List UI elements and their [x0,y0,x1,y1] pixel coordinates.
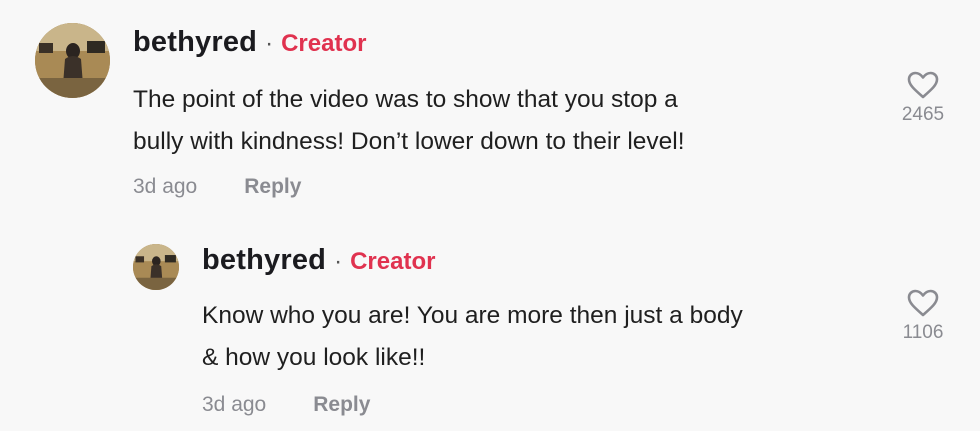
comment-text-line: The point of the video was to show that … [133,86,678,113]
comment-username[interactable]: bethyred [202,244,326,277]
like-count: 2465 [901,104,945,125]
comment-username[interactable]: bethyred [133,26,257,59]
avatar-photo-icon [35,23,110,98]
separator-dot: · [334,248,343,275]
creator-badge: Creator [281,30,367,57]
avatar[interactable] [35,23,110,98]
like-count: 1106 [902,322,944,343]
comment-text-line: Know who you are! You are more then just… [202,302,743,329]
heart-outline-icon [907,71,939,99]
separator-dot: · [265,30,274,57]
comment-text: Know who you are! You are more then just… [202,295,743,379]
comment-text-line: & how you look like!! [202,344,426,371]
heart-outline-icon [907,289,939,317]
comment-text: The point of the video was to show that … [133,79,685,163]
creator-badge: Creator [350,248,436,275]
comment-time: 3d ago [133,175,198,198]
like-button[interactable]: 1106 [883,288,963,344]
comment-time: 3d ago [202,393,267,416]
avatar[interactable] [133,244,179,290]
reply-button[interactable]: Reply [313,393,370,417]
reply-button[interactable]: Reply [244,175,301,199]
like-button[interactable]: 2465 [883,70,963,126]
avatar-photo-icon [133,244,179,290]
comment-text-line: bully with kindness! Don’t lower down to… [133,128,685,155]
